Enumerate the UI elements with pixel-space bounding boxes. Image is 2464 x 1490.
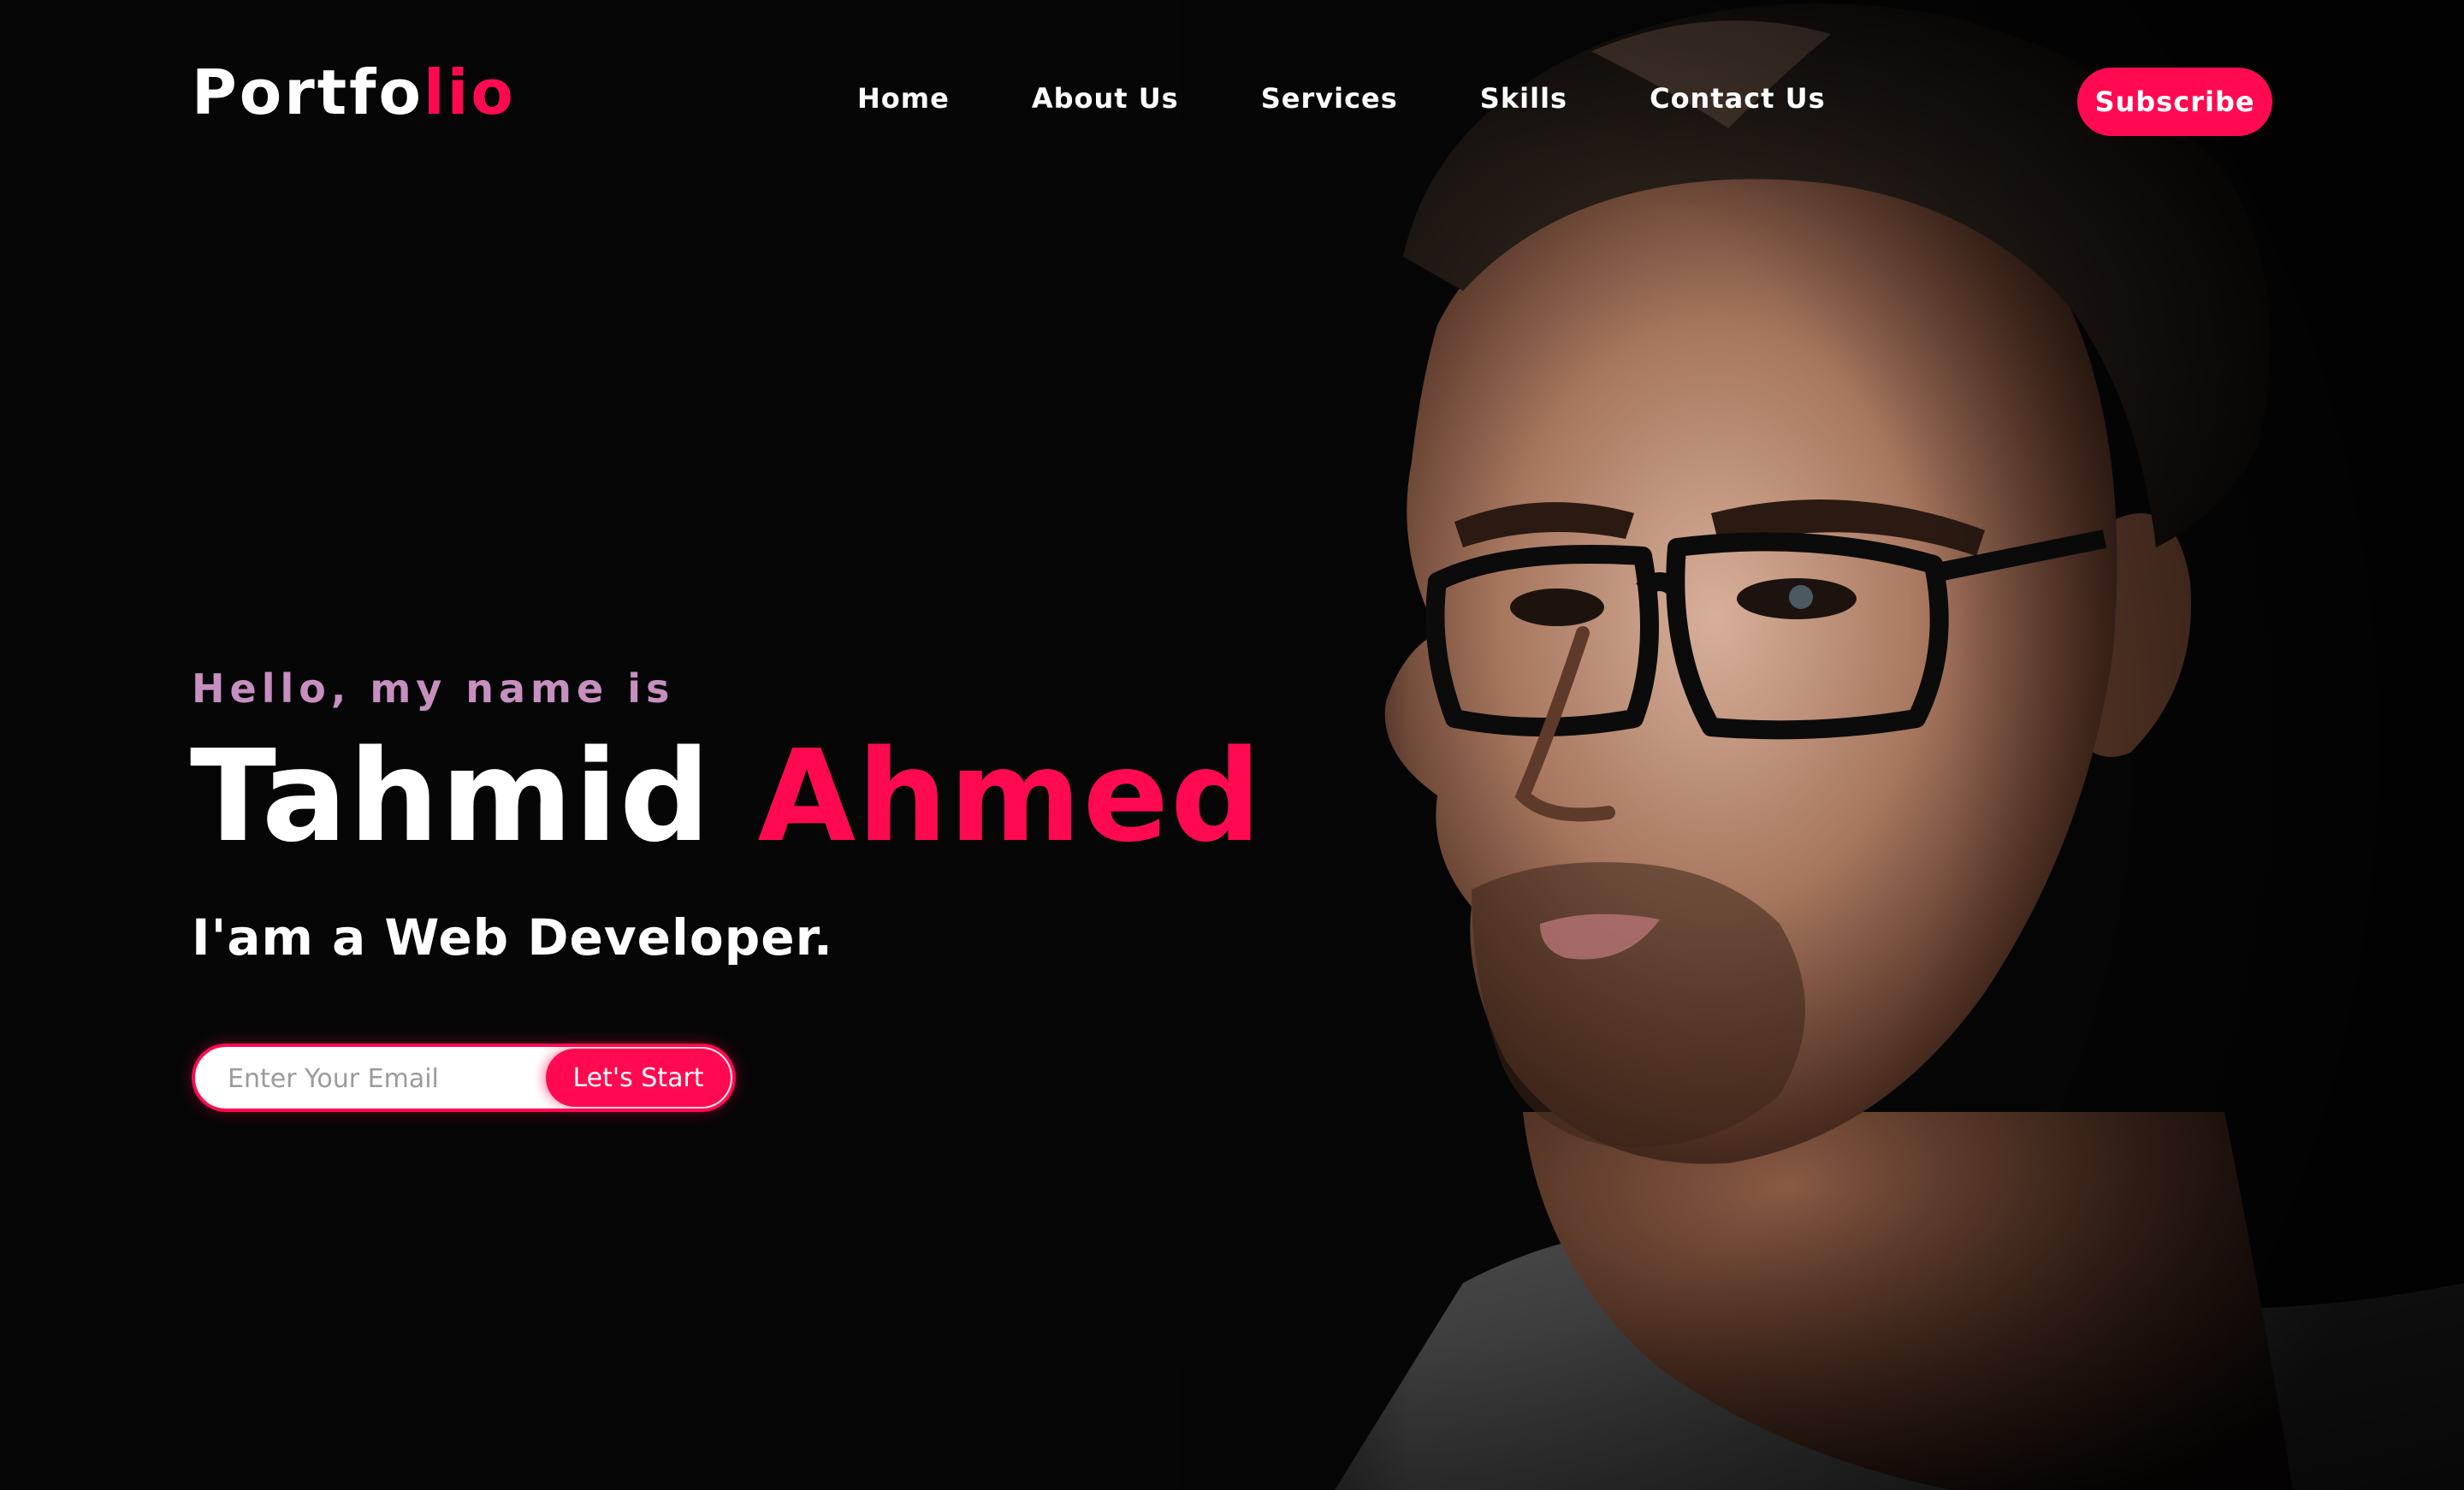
hero-greeting: Hello, my name is (192, 665, 675, 712)
email-signup-form: Let's Start (192, 1044, 736, 1112)
brand-logo-accent: lio (423, 56, 516, 128)
nav-skills[interactable]: Skills (1480, 82, 1567, 115)
landing-page: Portfolio Home About Us Services Skills … (0, 0, 2464, 1490)
brand-logo[interactable]: Portfolio (192, 62, 516, 123)
hero-role: I'am a Web Developer. (192, 908, 833, 967)
nav-about-us[interactable]: About Us (1032, 82, 1179, 115)
lets-start-button[interactable]: Let's Start (546, 1049, 731, 1107)
main-nav: Home About Us Services Skills Contact Us (857, 82, 1826, 115)
brand-logo-main: Portfo (192, 56, 424, 128)
email-input[interactable] (226, 1047, 520, 1110)
hero-first-name: Tahmid (190, 723, 712, 870)
subscribe-button[interactable]: Subscribe (2077, 68, 2272, 136)
hero-portrait-image (1181, 0, 2464, 1490)
nav-home[interactable]: Home (857, 82, 950, 115)
nav-services[interactable]: Services (1261, 82, 1398, 115)
hero-name: Tahmid Ahmed (190, 728, 1263, 866)
nav-contact-us[interactable]: Contact Us (1650, 82, 1826, 115)
hero-last-name: Ahmed (757, 723, 1263, 870)
